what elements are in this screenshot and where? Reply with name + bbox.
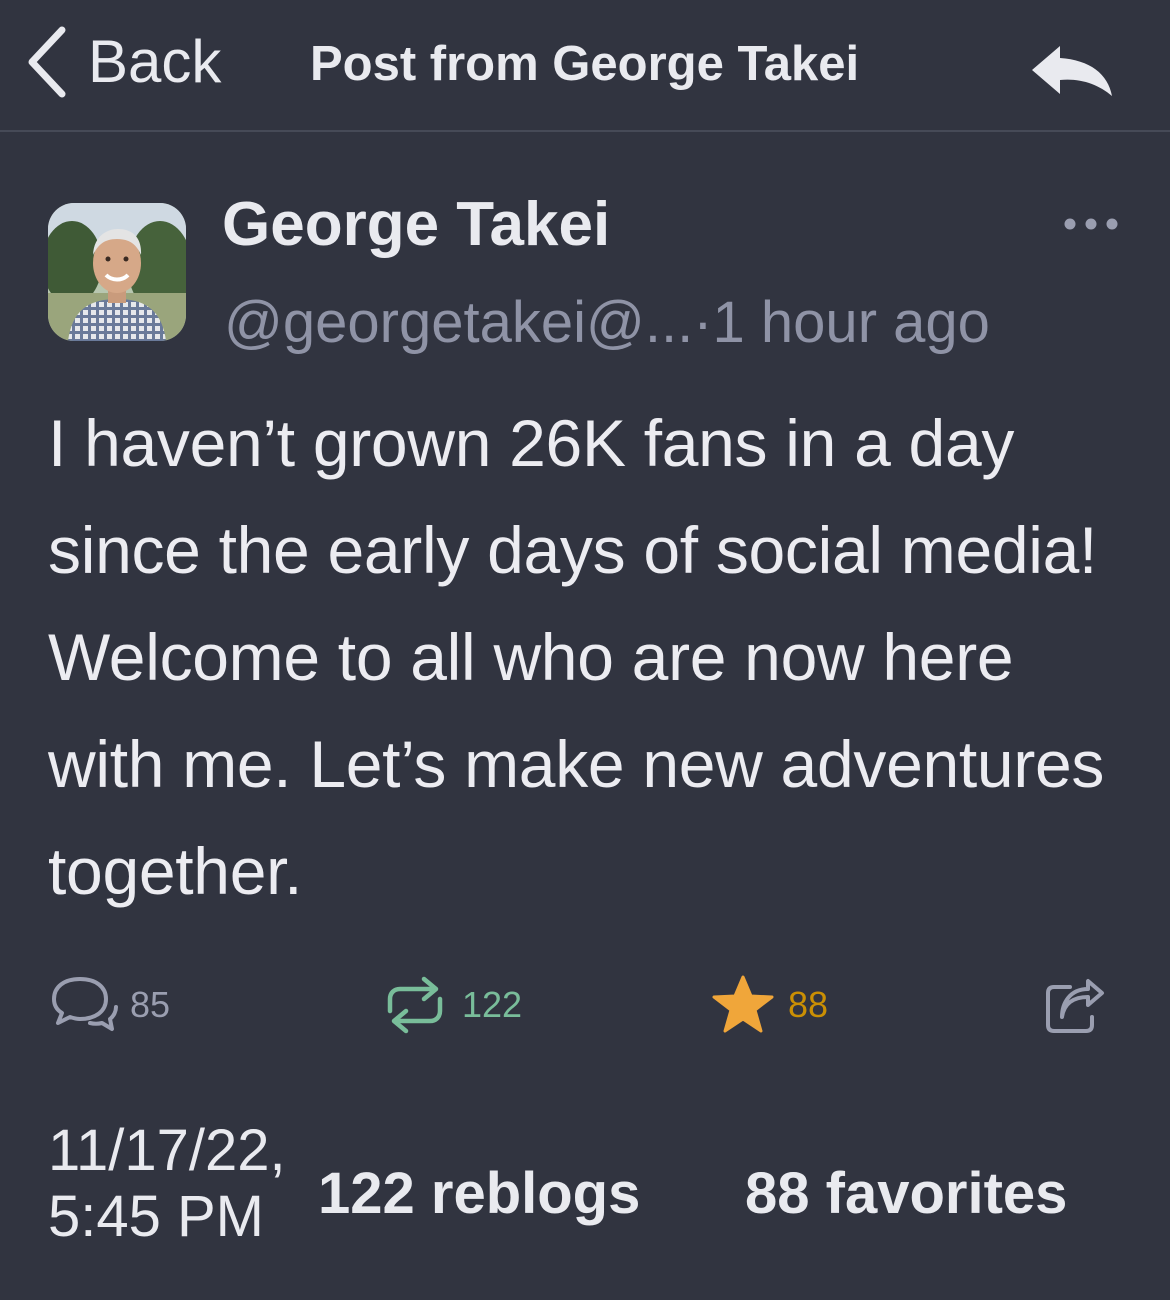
post-datetime: 11/17/22, 5:45 PM — [48, 1118, 328, 1250]
page-title: Post from George Takei — [310, 37, 860, 91]
boost-action-button[interactable]: 122 — [380, 960, 522, 1050]
reply-action-button[interactable]: 85 — [50, 960, 170, 1050]
share-icon — [1046, 979, 1104, 1033]
share-action-button[interactable] — [1040, 960, 1106, 1050]
boost-icon — [387, 976, 443, 1034]
ellipsis-icon — [1064, 218, 1118, 230]
favorite-count: 88 — [788, 984, 829, 1025]
post-time[interactable]: 1 hour ago — [713, 288, 990, 358]
reblogs-link[interactable]: 122 reblogs — [318, 1160, 640, 1227]
back-button[interactable]: Back — [24, 22, 221, 102]
author-name[interactable]: George Takei — [222, 188, 610, 262]
meta-separator: · — [693, 290, 713, 355]
post-time-exact: 5:45 PM — [48, 1184, 264, 1249]
avatar[interactable] — [48, 203, 186, 341]
post-detail-screen: Back Post from George Takei George Takei… — [0, 0, 1170, 1300]
post-meta: @georgetakei@... · 1 hour ago — [224, 288, 990, 358]
favorite-action-button[interactable]: 88 — [710, 960, 828, 1050]
back-label: Back — [88, 28, 222, 95]
chevron-left-icon — [28, 26, 66, 98]
reblog-count: 122 — [462, 984, 523, 1025]
nav-header: Back Post from George Takei — [0, 0, 1170, 132]
post-date: 11/17/22, — [48, 1118, 286, 1183]
favorites-link[interactable]: 88 favorites — [745, 1160, 1067, 1227]
reply-count: 85 — [130, 984, 171, 1025]
action-bar: 85 122 88 — [0, 960, 1170, 1050]
author-handle[interactable]: @georgetakei@... — [224, 288, 693, 358]
post-text: I haven’t grown 26K fans in a day since … — [48, 406, 1105, 908]
more-options-button[interactable] — [1058, 206, 1124, 242]
reply-bubble-icon — [52, 977, 118, 1031]
reply-icon — [1032, 46, 1112, 96]
reply-button[interactable] — [1028, 40, 1120, 100]
avatar-photo — [48, 203, 186, 341]
star-icon — [712, 975, 774, 1033]
